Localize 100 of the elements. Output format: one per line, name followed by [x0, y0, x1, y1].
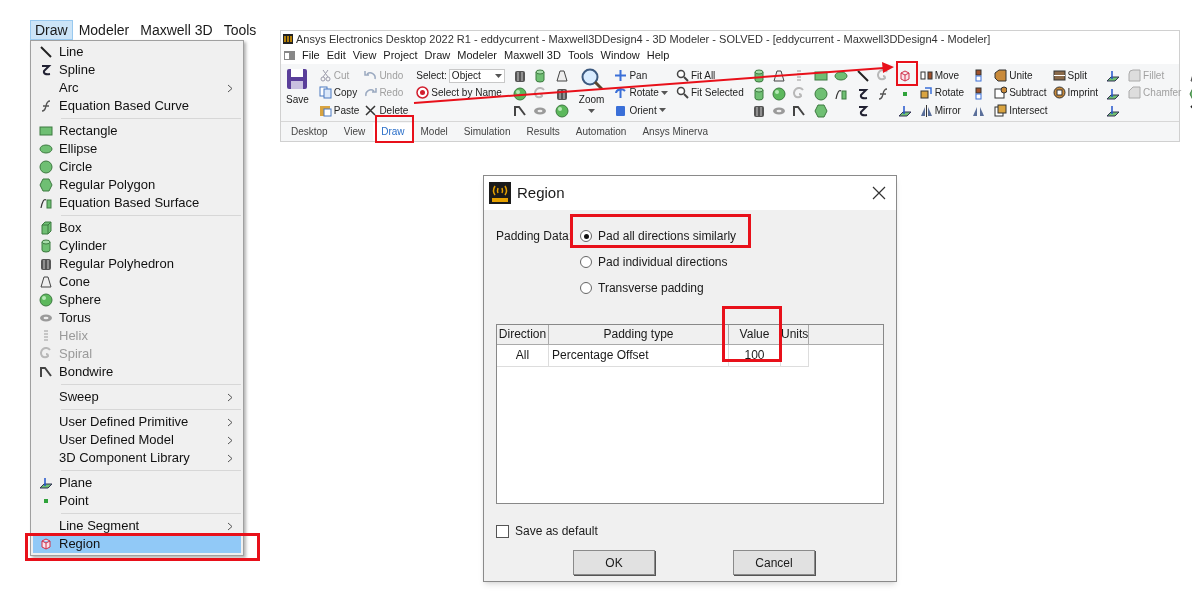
ribbon-button[interactable]: Save [284, 68, 311, 119]
ribbon-button[interactable]: Orient [614, 102, 668, 118]
menu-item[interactable]: User Defined Model [33, 431, 241, 449]
ribbon-button[interactable]: Intersect [994, 102, 1048, 118]
radio-button[interactable] [580, 256, 593, 268]
menu-item[interactable]: Regular Polygon [33, 176, 241, 194]
spiral-icon[interactable] [532, 86, 547, 101]
line-icon[interactable] [855, 69, 870, 83]
ribbon-button[interactable]: Split [1052, 68, 1099, 83]
plane-icon[interactable] [1106, 86, 1121, 101]
sphere-icon[interactable] [512, 86, 527, 101]
checkbox[interactable] [496, 524, 509, 538]
ribbon-button[interactable]: Delete [364, 102, 409, 118]
radio-button[interactable] [580, 282, 593, 294]
menu-item[interactable]: Draw [424, 47, 451, 64]
ribbon-tab[interactable]: Model [412, 123, 456, 141]
menu-item[interactable]: Circle [33, 158, 241, 176]
dialog-button[interactable]: OK [573, 550, 655, 575]
cone-icon[interactable] [554, 69, 569, 83]
menu-item[interactable]: Equation Based Curve [33, 97, 241, 115]
menu-item[interactable]: Regular Polyhedron [33, 255, 241, 273]
menu-item[interactable]: File [302, 47, 320, 64]
dialog-button[interactable]: Cancel [733, 550, 815, 575]
checkbox-option[interactable]: Save as default [496, 522, 884, 540]
menu-item[interactable]: Equation Based Surface [33, 194, 241, 212]
menu-item[interactable]: Cylinder [33, 237, 241, 255]
ribbon-tab[interactable]: View [335, 123, 374, 141]
column-header[interactable]: Units [781, 325, 809, 344]
ribbon-tab[interactable]: Draw [373, 123, 413, 141]
menubar-item[interactable]: Modeler [73, 20, 135, 40]
menu-item[interactable]: User Defined Primitive [33, 413, 241, 431]
column-header[interactable]: Direction [497, 325, 549, 344]
ribbon-tab[interactable]: Simulation [455, 123, 519, 141]
circle-icon[interactable] [813, 86, 828, 101]
menu-item[interactable]: 3D Component Library [33, 449, 241, 467]
menu-item[interactable]: Sweep [33, 388, 241, 406]
ribbon-button[interactable]: Rotate [919, 85, 965, 101]
menu-item[interactable]: Rectangle [33, 122, 241, 140]
menu-item[interactable]: Help [646, 47, 670, 64]
bondwire-icon[interactable] [512, 104, 527, 119]
radio-option[interactable]: Pad all directions similarly [580, 227, 737, 245]
menubar-item[interactable]: Draw [30, 20, 73, 40]
ribbon-button[interactable]: Paste [318, 102, 360, 118]
rectangle-icon[interactable] [813, 69, 828, 83]
menu-item[interactable]: Plane [33, 474, 241, 492]
menu-item[interactable]: Line [33, 43, 241, 61]
cylinder-icon[interactable] [532, 69, 547, 83]
menubar-item[interactable]: Maxwell 3D [135, 20, 218, 40]
ribbon-button[interactable]: Zoom [576, 68, 607, 119]
cone-icon[interactable] [771, 69, 786, 83]
ribbon-tab[interactable]: Results [518, 123, 568, 141]
ribbon-button[interactable]: Select by Name [416, 85, 505, 101]
radio-option[interactable]: Transverse padding [580, 279, 737, 297]
spiral-icon[interactable] [875, 69, 890, 83]
ribbon-button[interactable]: Imprint [1052, 85, 1099, 101]
plane-icon[interactable] [897, 104, 912, 119]
menu-item[interactable]: Sphere [33, 291, 241, 309]
menu-item[interactable]: Bondwire [33, 363, 241, 381]
hexagon-icon[interactable] [813, 104, 828, 119]
ribbon-button[interactable]: Unite [994, 68, 1048, 83]
radio-option[interactable]: Pad individual directions [580, 253, 737, 271]
ribbon-button[interactable]: Fit All [675, 68, 744, 83]
menubar-item[interactable]: Tools [218, 20, 262, 40]
column-header[interactable]: Padding type [549, 325, 729, 344]
sphere-icon[interactable] [771, 86, 786, 101]
plane-icon[interactable] [1106, 69, 1121, 83]
radio-button[interactable] [580, 230, 593, 242]
cylinder-icon[interactable] [751, 69, 766, 83]
ribbon-button[interactable]: Rotate [614, 85, 668, 101]
cylinder-icon[interactable] [751, 86, 766, 101]
menu-item[interactable]: Edit [326, 47, 346, 64]
ribbon-button[interactable]: Move [919, 68, 965, 83]
ribbon-tab[interactable]: Automation [567, 123, 635, 141]
ribbon-button[interactable]: Pan [614, 68, 668, 83]
menu-item[interactable]: Modeler [457, 47, 498, 64]
select-dropdown[interactable]: Object [448, 68, 505, 83]
menu-item[interactable]: Cone [33, 273, 241, 291]
menu-item[interactable]: Ellipse [33, 140, 241, 158]
ribbon-button[interactable]: Mirror [919, 102, 965, 118]
ellipse-icon[interactable] [833, 69, 848, 83]
ribbon-button[interactable]: Fit Selected [675, 85, 744, 101]
menu-item[interactable]: Line Segment [33, 517, 241, 535]
bondwire-icon[interactable] [791, 104, 806, 119]
ribbon-button[interactable]: Copy [318, 85, 360, 101]
cube-outline-icon[interactable] [897, 69, 912, 83]
menu-item[interactable]: Window [600, 47, 640, 64]
ribbon-tab[interactable]: Ansys Minerva [634, 123, 716, 141]
menu-item[interactable]: Maxwell 3D [504, 47, 561, 64]
plane-icon[interactable] [1106, 104, 1121, 119]
menu-item[interactable]: Box [33, 219, 241, 237]
ribbon-tab[interactable]: Desktop [283, 123, 336, 141]
column-header[interactable]: Value [729, 325, 781, 344]
menu-item[interactable]: Arc [33, 79, 241, 97]
menu-item[interactable]: Project [383, 47, 418, 64]
menu-item[interactable]: View [352, 47, 377, 64]
ribbon-button[interactable]: Subtract [994, 85, 1048, 101]
menu-item[interactable]: Torus [33, 309, 241, 327]
menu-item[interactable]: Tools [567, 47, 594, 64]
sphere-icon[interactable] [554, 104, 569, 119]
menu-item[interactable]: Point [33, 492, 241, 510]
